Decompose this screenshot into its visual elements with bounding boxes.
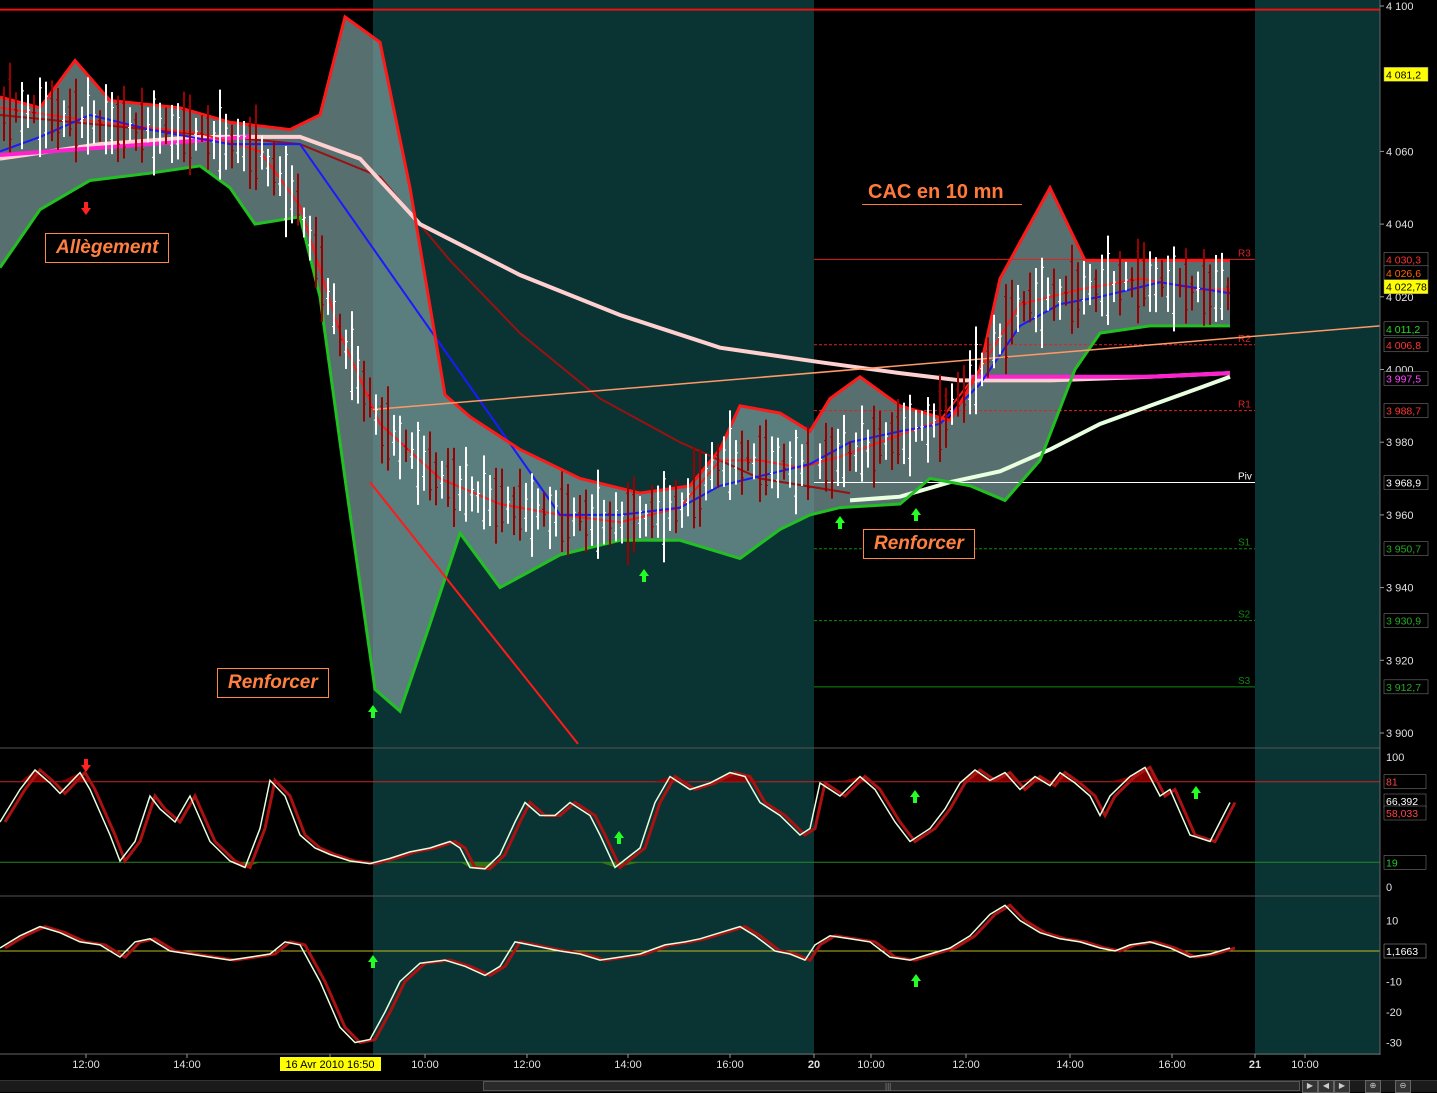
- stoch-value-label: 19: [1386, 857, 1398, 869]
- price-tick-label: 3 980: [1386, 437, 1414, 449]
- chart-title: CAC en 10 mn: [868, 181, 1004, 203]
- x-tick-label: 21: [1249, 1059, 1261, 1071]
- momentum-tick-label: -30: [1386, 1038, 1402, 1050]
- momentum-tick-label: 10: [1386, 916, 1398, 928]
- x-tick-label: 12:00: [513, 1059, 541, 1071]
- scroll-right-button[interactable]: ▶: [1302, 1080, 1318, 1093]
- price-level-label: 4 026,6: [1386, 268, 1421, 280]
- price-level-label: 3 912,7: [1386, 682, 1421, 694]
- momentum-tick-label: -20: [1386, 1007, 1402, 1019]
- price-tick-label: 3 900: [1386, 728, 1414, 740]
- price-level-label: 4 006,8: [1386, 340, 1421, 352]
- price-tick-label: 3 920: [1386, 655, 1414, 667]
- x-tick-label: 16:00: [1158, 1059, 1186, 1071]
- stoch-tick-label: 0: [1386, 882, 1392, 894]
- momentum-tick-label: -10: [1386, 977, 1402, 989]
- zoom-in-button[interactable]: ⊕: [1365, 1080, 1381, 1093]
- price-level-label: 3 988,7: [1386, 406, 1421, 418]
- pivot-label-r3: R3: [1238, 248, 1251, 259]
- x-tick-label: 16:00: [716, 1059, 744, 1071]
- x-tick-label: 12:00: [72, 1059, 100, 1071]
- date-marker-label: 16 Avr 2010 16:50: [285, 1059, 374, 1071]
- chart-title-underline: [862, 204, 1022, 205]
- session-band-2: [1255, 0, 1380, 1055]
- momentum-value-label: 1,1663: [1386, 946, 1418, 958]
- x-tick-label: 14:00: [1056, 1059, 1084, 1071]
- pivot-label-piv: Piv: [1238, 472, 1252, 483]
- price-tick-label: 3 960: [1386, 510, 1414, 522]
- x-tick-label: 12:00: [952, 1059, 980, 1071]
- scroll-left-button[interactable]: ◀: [1318, 1080, 1334, 1093]
- price-tick-label: 4 040: [1386, 219, 1414, 231]
- x-tick-label: 10:00: [411, 1059, 439, 1071]
- scroll-end-button[interactable]: ▶: [1334, 1080, 1350, 1093]
- price-level-label: 4 030,3: [1386, 254, 1421, 266]
- price-level-label: 4 022,78: [1386, 282, 1427, 294]
- price-level-label: 3 968,9: [1386, 478, 1421, 490]
- annotation-allegement: Allègement: [45, 233, 170, 263]
- pivot-label-r1: R1: [1238, 400, 1251, 411]
- zoom-out-button[interactable]: ⊖: [1395, 1080, 1411, 1093]
- price-level-label: 4 081,2: [1386, 69, 1421, 81]
- x-tick-label: 10:00: [857, 1059, 885, 1071]
- pivot-label-s3: S3: [1238, 676, 1251, 687]
- price-chart[interactable]: R3R2R1PivS1S2S3 4 1004 0604 0404 0204 00…: [0, 0, 1437, 1091]
- x-tick-label: 14:00: [173, 1059, 201, 1071]
- stoch-tick-label: 100: [1386, 752, 1404, 764]
- annotation-renforcer-1: Renforcer: [217, 668, 329, 698]
- price-level-label: 4 011,2: [1386, 324, 1420, 336]
- pivot-label-s2: S2: [1238, 610, 1251, 621]
- x-tick-label: 14:00: [614, 1059, 642, 1071]
- price-level-label: 3 950,7: [1386, 544, 1421, 556]
- price-tick-label: 4 100: [1386, 1, 1414, 13]
- stoch-value-label: 58,033: [1386, 808, 1418, 820]
- price-tick-label: 4 060: [1386, 146, 1414, 158]
- x-tick-label: 20: [808, 1059, 820, 1071]
- x-tick-label: 10:00: [1291, 1059, 1319, 1071]
- price-level-label: 3 930,9: [1386, 616, 1421, 628]
- pivot-label-s1: S1: [1238, 538, 1251, 549]
- scrollbar-grip-icon: |||: [885, 1082, 892, 1091]
- scrollbar-thumb[interactable]: [483, 1081, 1300, 1091]
- price-tick-label: 3 940: [1386, 583, 1414, 595]
- pivot-label-r2: R2: [1238, 334, 1251, 345]
- price-level-label: 3 997,5: [1386, 374, 1421, 386]
- stoch-value-label: 81: [1386, 777, 1398, 789]
- annotation-renforcer-2: Renforcer: [863, 529, 975, 559]
